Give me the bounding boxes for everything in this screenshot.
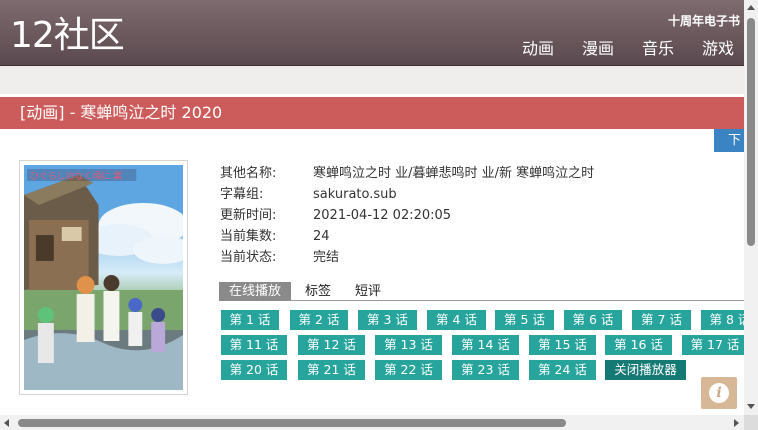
episode-button[interactable]: 第 6 话	[564, 310, 622, 330]
nav-item-music[interactable]: 音乐	[642, 38, 674, 60]
poster-illustration: ひぐらしのなく頃に 業	[24, 165, 183, 390]
detail-row: 字幕组: sakurato.sub	[220, 184, 594, 205]
scroll-left-arrow-icon[interactable]	[4, 419, 9, 427]
info-icon: i	[709, 383, 729, 403]
site-logo[interactable]: 12社区	[10, 14, 125, 58]
detail-row: 当前集数: 24	[220, 226, 594, 247]
episode-button[interactable]: 第 12 话	[298, 335, 365, 355]
episode-button[interactable]: 第 21 话	[298, 360, 365, 380]
episode-button[interactable]: 第 8 话	[701, 310, 744, 330]
episode-button[interactable]: 第 1 话	[221, 310, 279, 330]
poster-artwork: ひぐらしのなく頃に 業	[24, 165, 183, 390]
header-spacer-band	[0, 66, 744, 94]
page-title: [动画] - 寒蝉鸣泣之时 2020	[0, 97, 744, 129]
vertical-scrollbar[interactable]	[744, 0, 758, 415]
vertical-scroll-thumb[interactable]	[747, 18, 755, 246]
scroll-down-arrow-icon[interactable]	[747, 404, 755, 409]
nav-item-manga[interactable]: 漫画	[582, 38, 614, 60]
detail-value-subgroup: sakurato.sub	[313, 187, 397, 202]
episode-button[interactable]: 第 17 话	[682, 335, 744, 355]
site-header: 12社区 十周年电子书 动画 漫画 音乐 游戏	[0, 0, 744, 66]
episode-button[interactable]: 第 23 话	[452, 360, 519, 380]
detail-value-status: 完结	[313, 250, 340, 265]
tab-online-play[interactable]: 在线播放	[219, 282, 292, 301]
detail-row: 其他名称: 寒蝉鸣泣之时 业/暮蝉悲鸣时 业/新 寒蝉鸣泣之时	[220, 163, 594, 184]
nav-item-games[interactable]: 游戏	[702, 38, 734, 60]
detail-label-updated: 更新时间:	[220, 208, 277, 223]
episode-button[interactable]: 第 4 话	[427, 310, 486, 330]
content-tabs: 在线播放 标签 短评	[219, 282, 744, 301]
episode-button[interactable]: 第 22 话	[375, 360, 442, 380]
scrollbar-corner	[744, 415, 758, 430]
episode-button[interactable]: 第 13 话	[375, 335, 442, 355]
ebook-link[interactable]: 十周年电子书	[668, 12, 740, 29]
detail-value-updated: 2021-04-12 02:20:05	[313, 208, 452, 223]
anime-details: 其他名称: 寒蝉鸣泣之时 业/暮蝉悲鸣时 业/新 寒蝉鸣泣之时 字幕组: sak…	[220, 163, 594, 268]
detail-label-episodes: 当前集数:	[220, 229, 277, 244]
scroll-up-arrow-icon[interactable]	[747, 5, 755, 10]
episode-button[interactable]: 第 3 话	[358, 310, 417, 330]
svg-text:ひぐらしのなく頃に 業: ひぐらしのなく頃に 業	[30, 170, 122, 182]
detail-row: 更新时间: 2021-04-12 02:20:05	[220, 205, 594, 226]
nav-item-anime[interactable]: 动画	[522, 38, 554, 60]
close-player-button[interactable]: 关闭播放器	[605, 360, 686, 380]
episode-button[interactable]: 第 24 话	[529, 360, 596, 380]
info-button[interactable]: i	[701, 377, 737, 409]
episode-button[interactable]: 第 7 话	[632, 310, 691, 330]
episode-button[interactable]: 第 16 话	[605, 335, 672, 355]
episode-button[interactable]: 第 20 话	[221, 360, 287, 380]
episode-button[interactable]: 第 5 话	[495, 310, 554, 330]
episode-button[interactable]: 第 11 话	[221, 335, 287, 355]
scroll-right-arrow-icon[interactable]	[734, 419, 739, 427]
detail-value-alt-names: 寒蝉鸣泣之时 业/暮蝉悲鸣时 业/新 寒蝉鸣泣之时	[313, 166, 595, 181]
detail-label-status: 当前状态:	[220, 250, 277, 265]
detail-row: 当前状态: 完结	[220, 247, 594, 268]
episode-button[interactable]: 第 2 话	[290, 310, 348, 330]
detail-label-subgroup: 字幕组:	[220, 187, 264, 202]
download-button[interactable]: 下	[714, 129, 744, 152]
tab-comments[interactable]: 短评	[355, 282, 381, 301]
horizontal-scroll-thumb[interactable]	[18, 419, 566, 427]
detail-value-episodes: 24	[313, 229, 330, 244]
detail-label-alt-names: 其他名称:	[220, 166, 277, 181]
main-nav: 动画 漫画 音乐 游戏	[522, 38, 734, 60]
poster-image: ひぐらしのなく頃に 業	[19, 160, 188, 395]
page-viewport: 12社区 十周年电子书 动画 漫画 音乐 游戏 [动画] - 寒蝉鸣泣之时 20…	[0, 0, 744, 415]
episode-button[interactable]: 第 14 话	[452, 335, 519, 355]
horizontal-scrollbar[interactable]	[0, 415, 744, 430]
episode-button[interactable]: 第 15 话	[529, 335, 596, 355]
tab-tags[interactable]: 标签	[305, 282, 331, 301]
